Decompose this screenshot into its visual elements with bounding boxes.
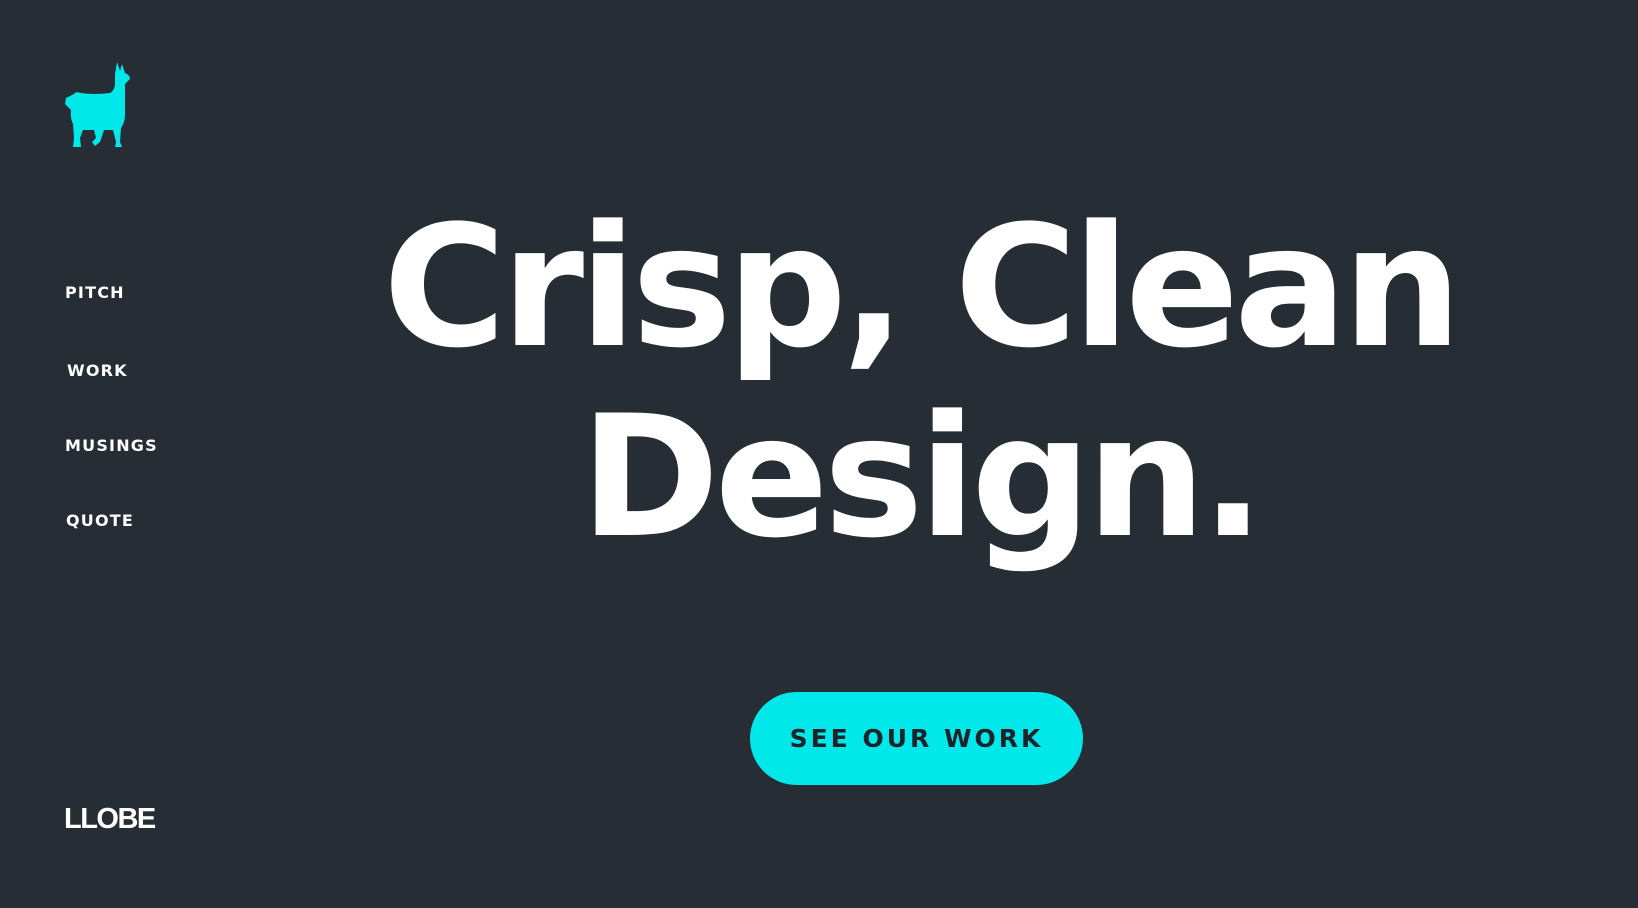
- hero-headline-line-2: Design.: [580, 379, 1265, 575]
- nav-item-musings[interactable]: MUSINGS: [65, 436, 158, 456]
- see-our-work-button[interactable]: SEE OUR WORK: [750, 692, 1083, 785]
- llama-logo-icon[interactable]: [64, 60, 134, 156]
- hero-headline-line-1: Crisp, Clean: [382, 189, 1462, 385]
- brand-wordmark[interactable]: LLOBE: [64, 802, 156, 836]
- nav-item-work[interactable]: WORK: [67, 361, 128, 381]
- hero-headline: Crisp, Clean Design.: [380, 189, 1462, 575]
- nav-item-pitch[interactable]: PITCH: [65, 283, 125, 303]
- nav-item-quote[interactable]: QUOTE: [66, 511, 134, 531]
